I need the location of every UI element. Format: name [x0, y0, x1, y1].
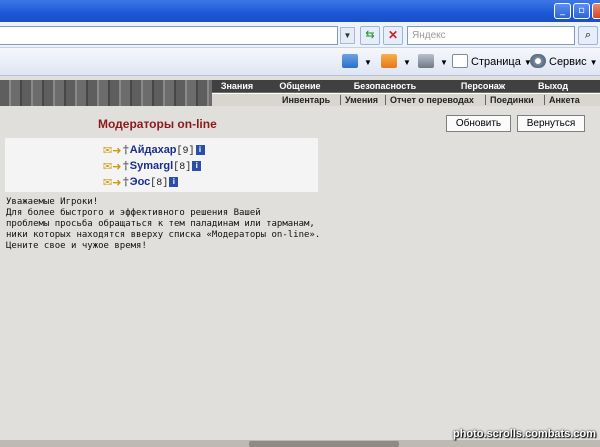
moderator-nick[interactable]: Symargl — [130, 160, 173, 172]
sub-menu-divider — [485, 95, 486, 105]
page-menu-button[interactable]: Страница ▼ — [452, 54, 532, 70]
main-menu-item-security[interactable]: Безопасность — [342, 80, 428, 92]
moderator-level: [9] — [176, 146, 195, 157]
info-icon[interactable]: i — [169, 177, 179, 187]
private-message-icon[interactable]: ✉➜ — [103, 158, 123, 173]
search-input[interactable]: Яндекс — [407, 26, 575, 45]
moderator-nick[interactable]: Эос — [130, 176, 151, 188]
notice-line: проблемы просьба обращаться к тем палади… — [6, 219, 315, 229]
minimize-button[interactable]: _ — [554, 3, 571, 19]
tools-menu-button[interactable]: Сервис ▼ — [530, 54, 598, 70]
command-bar: ▼ ▼ ▼ Страница ▼ Сервис ▼ — [0, 48, 600, 76]
main-menu-item-knowledge[interactable]: Знания — [216, 80, 258, 92]
moderator-level: [8] — [173, 162, 192, 173]
home-icon — [342, 54, 358, 68]
moderator-nick[interactable]: Айдахар — [130, 144, 177, 156]
main-menu-item-communication[interactable]: Общение — [270, 80, 330, 92]
notice-line: Для более быстрого и эффективного решени… — [6, 208, 261, 218]
notice-line: ники которых находятся вверху списка «Мо… — [6, 230, 321, 240]
refresh-page-icon[interactable]: ⇆ — [360, 26, 380, 45]
sub-menu-divider — [385, 95, 386, 105]
sub-menu-divider — [340, 95, 341, 105]
page-menu-label: Страница — [471, 56, 521, 68]
main-menu-item-character[interactable]: Персонаж — [448, 80, 518, 92]
gear-icon — [530, 54, 546, 68]
notice-text: Уважаемые Игроки! Для более быстрого и э… — [6, 197, 336, 252]
main-menu-item-exit[interactable]: Выход — [532, 80, 574, 92]
address-dropdown-button[interactable]: ▼ — [340, 27, 355, 44]
address-input[interactable] — [0, 26, 338, 45]
back-button[interactable]: Вернуться — [517, 115, 585, 132]
search-icon[interactable]: ⌕ — [578, 26, 598, 45]
scrollbar-thumb[interactable] — [249, 441, 399, 447]
list-item: ✉➜ †Айдахар[9] i — [103, 142, 205, 158]
page-title: Модераторы on-line — [98, 117, 217, 131]
feeds-button[interactable]: ▼ — [381, 54, 411, 70]
printer-icon — [418, 54, 434, 68]
maximize-button[interactable]: ▫ — [573, 3, 590, 19]
sub-menu-item-duels[interactable]: Поединки — [490, 94, 534, 106]
moderator-level: [8] — [150, 178, 169, 189]
browser-title-bar: _ ▫ — [0, 0, 600, 22]
private-message-icon[interactable]: ✉➜ — [103, 142, 123, 157]
paladin-cross-icon: † — [123, 159, 129, 172]
refresh-button[interactable]: Обновить — [446, 115, 511, 132]
address-bar-row: ▼ ⇆ ✕ Яндекс ⌕ — [0, 22, 600, 48]
tools-menu-label: Сервис — [549, 56, 587, 68]
close-window-button[interactable] — [592, 3, 600, 19]
paladin-cross-icon: † — [123, 143, 129, 156]
sub-menu-item-inventory[interactable]: Инвентарь — [282, 94, 330, 106]
paladin-cross-icon: † — [123, 175, 129, 188]
notice-line: Уважаемые Игроки! — [6, 197, 99, 207]
sub-menu-item-skills[interactable]: Умения — [345, 94, 378, 106]
moderator-list: ✉➜ †Айдахар[9] i ✉➜ †Symargl[8] i ✉➜ †Эос[8] i — [5, 138, 318, 192]
main-menu: Знания Общение Безопасность Персонаж Вых… — [212, 80, 600, 92]
sub-menu: Инвентарь Умения Отчет о переводах Поеди… — [212, 93, 600, 106]
rss-feed-icon — [381, 54, 397, 68]
list-item: ✉➜ †Symargl[8] i — [103, 158, 202, 174]
sub-menu-item-profile[interactable]: Анкета — [549, 94, 580, 106]
list-item: ✉➜ †Эос[8] i — [103, 174, 179, 190]
notice-line: Цените свое и чужое время! — [6, 241, 147, 251]
print-button[interactable]: ▼ — [418, 54, 448, 70]
stop-icon[interactable]: ✕ — [383, 26, 403, 45]
home-button[interactable]: ▼ — [342, 54, 372, 70]
private-message-icon[interactable]: ✉➜ — [103, 174, 123, 189]
info-icon[interactable]: i — [192, 161, 202, 171]
sub-menu-item-transfer-report[interactable]: Отчет о переводах — [390, 94, 474, 106]
page-icon — [452, 54, 468, 68]
info-icon[interactable]: i — [195, 145, 205, 155]
game-navigation: Знания Общение Безопасность Персонаж Вых… — [0, 80, 600, 106]
sub-menu-divider — [544, 95, 545, 105]
watermark: photo.scrolls.combats.com — [452, 428, 596, 440]
decorative-stone-banner — [0, 80, 214, 106]
